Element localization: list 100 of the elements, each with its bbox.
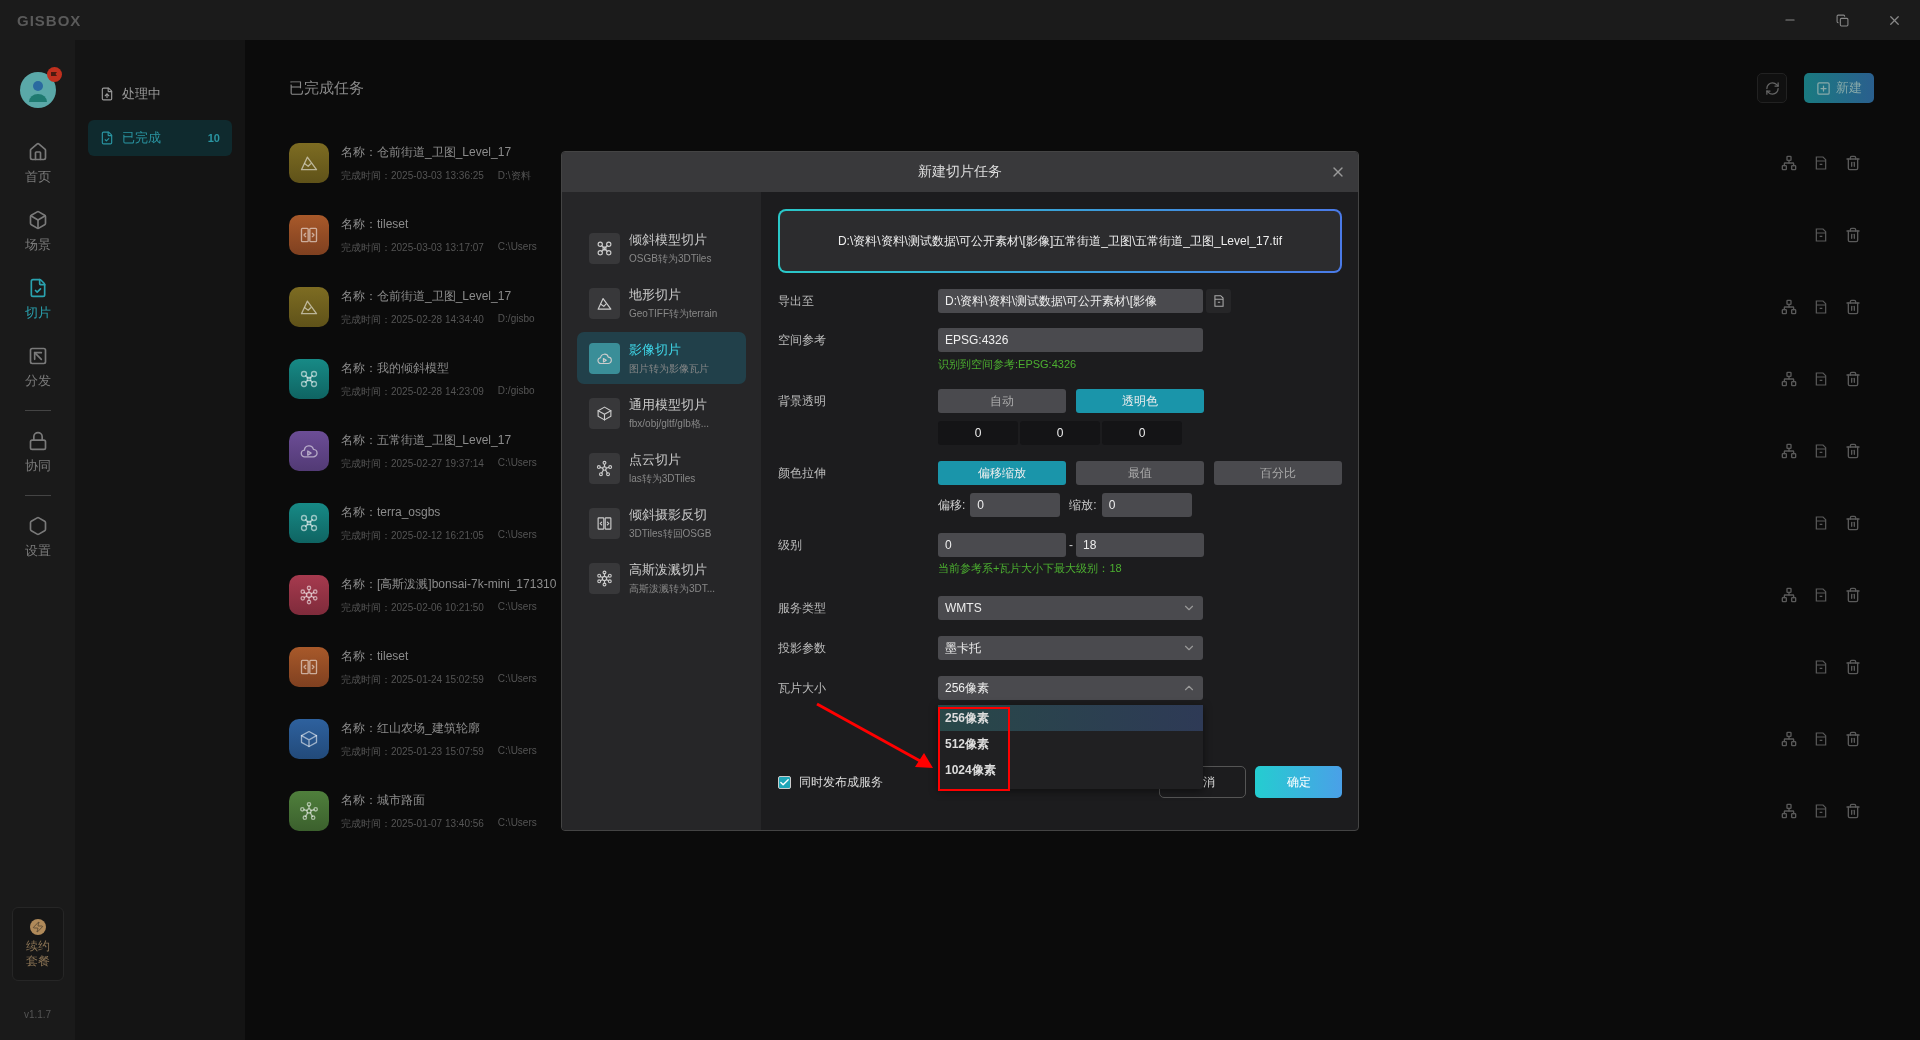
field-label: 瓦片大小 (778, 680, 827, 697)
nav-item[interactable]: 协同 (7, 419, 68, 487)
task-time: 完成时间：2025-01-23 15:07:59 (341, 744, 484, 759)
color-value-field[interactable]: 0 (1020, 421, 1100, 445)
publish-button[interactable] (1780, 802, 1798, 820)
checkbox-label: 同时发布成服务 (799, 773, 883, 791)
dropdown[interactable]: 256像素 (938, 676, 1203, 700)
document-icon (1813, 371, 1829, 387)
type-subtitle: 高斯泼溅转为3DT... (629, 581, 716, 596)
filter-item[interactable]: 已完成 10 (88, 120, 232, 156)
nav-item[interactable]: 切片 (7, 266, 68, 334)
range-separator: - (1069, 538, 1073, 552)
type-item[interactable]: 通用模型切片 fbx/obj/gltf/glb格... (577, 387, 746, 439)
color-value-field[interactable]: 0 (938, 421, 1018, 445)
task-time: 完成时间：2025-02-28 14:23:09 (341, 384, 484, 399)
menu-option[interactable]: 1024像素 (938, 757, 1203, 783)
task-name: 名称：terra_osgbs (341, 503, 442, 521)
menu-option[interactable]: 512像素 (938, 731, 1203, 757)
document-icon (1813, 587, 1829, 603)
task-path: C:\Users (497, 528, 537, 542)
publish-button[interactable] (1780, 154, 1798, 172)
drone-icon (596, 239, 613, 257)
field-label: 空间参考 (778, 332, 827, 349)
renew-plan-button[interactable]: 续约套餐 (11, 907, 64, 981)
checkbox[interactable] (778, 775, 791, 789)
max-level-field[interactable]: 18 (1076, 533, 1204, 557)
plan-label: 续约套餐 (24, 939, 51, 969)
nav-item[interactable]: 首页 (7, 130, 68, 198)
offset-field[interactable]: 0 (970, 493, 1061, 517)
delete-button[interactable] (1844, 514, 1862, 532)
arrow-square-icon (27, 346, 48, 366)
delete-button[interactable] (1844, 730, 1862, 748)
delete-button[interactable] (1844, 298, 1862, 316)
task-time: 完成时间：2025-02-06 10:21:50 (341, 600, 484, 615)
type-item[interactable]: 点云切片 las转为3DTiles (577, 442, 746, 494)
delete-button[interactable] (1844, 586, 1862, 604)
delete-button[interactable] (1844, 226, 1862, 244)
publish-button[interactable] (1780, 586, 1798, 604)
nav-item[interactable]: 分发 (7, 334, 68, 402)
type-item[interactable]: 倾斜摄影反切 3DTiles转回OSGB (577, 497, 746, 549)
scale-field[interactable]: 0 (1101, 493, 1192, 517)
field-label: 背景透明 (778, 393, 827, 410)
type-item[interactable]: 倾斜模型切片 OSGB转为3DTiles (577, 222, 746, 274)
nav-item[interactable]: 场景 (7, 198, 68, 266)
task-time: 完成时间：2025-02-28 14:34:40 (341, 312, 484, 327)
delete-button[interactable] (1844, 442, 1862, 460)
crs-field[interactable]: EPSG:4326 (938, 328, 1203, 352)
point-cloud-icon (299, 801, 319, 821)
type-subtitle: las转为3DTiles (629, 471, 696, 486)
background-option[interactable]: 自动 (938, 389, 1066, 413)
type-item[interactable]: 影像切片 图片转为影像瓦片 (577, 332, 746, 384)
stretch-option[interactable]: 百分比 (1214, 461, 1342, 485)
task-time: 完成时间：2025-02-27 19:37:14 (341, 456, 484, 471)
nav-item[interactable]: 设置 (7, 504, 68, 572)
source-file-box[interactable]: D:\资料\资料\测试数据\可公开素材\[影像]五常街道_卫图\五常街道_卫图_Level_17.tif (778, 209, 1342, 273)
export-field[interactable]: D:\资料\资料\测试数据\可公开素材\[影像 (938, 289, 1203, 313)
menu-option[interactable]: 256像素 (938, 705, 1203, 731)
publish-button[interactable] (1780, 730, 1798, 748)
delete-button[interactable] (1844, 802, 1862, 820)
task-time: 完成时间：2025-01-24 15:02:59 (341, 672, 484, 687)
task-path: D:/gisbo (497, 384, 535, 398)
task-path: D:\资料 (497, 168, 531, 183)
type-title: 影像切片 (629, 340, 682, 359)
scale-label: 缩放: (1069, 496, 1097, 514)
publish-button[interactable] (1780, 442, 1798, 460)
document-icon (1813, 803, 1829, 819)
lock-icon (27, 431, 48, 451)
home-icon (27, 142, 48, 162)
offset-label: 偏移: (938, 496, 966, 514)
task-time: 完成时间：2025-03-03 13:36:25 (341, 168, 484, 183)
plus-square-icon (1816, 80, 1831, 96)
min-level-field[interactable]: 0 (938, 533, 1066, 557)
app-logo: GISBOX (17, 11, 82, 29)
box-icon (596, 404, 613, 422)
drone-icon (299, 513, 319, 533)
task-path: C:\Users (497, 672, 537, 686)
task-time: 完成时间：2025-01-07 13:40:56 (341, 816, 484, 831)
settings-icon (27, 516, 48, 536)
type-item[interactable]: 地形切片 GeoTIFF转为terrain (577, 277, 746, 329)
filter-item[interactable]: 处理中 (88, 76, 232, 112)
stretch-option[interactable]: 最值 (1076, 461, 1204, 485)
avatar[interactable] (19, 72, 56, 108)
color-value-field[interactable]: 0 (1102, 421, 1182, 445)
type-subtitle: fbx/obj/gltf/glb格... (629, 416, 710, 431)
dropdown[interactable]: 墨卡托 (938, 636, 1203, 660)
publish-button[interactable] (1780, 370, 1798, 388)
task-name: 名称：仓前街道_卫图_Level_17 (341, 143, 513, 161)
browse-button[interactable] (1206, 289, 1231, 313)
delete-button[interactable] (1844, 658, 1862, 676)
type-item[interactable]: 高斯泼溅切片 高斯泼溅转为3DT... (577, 552, 746, 604)
delete-button[interactable] (1844, 154, 1862, 172)
document-icon (1813, 443, 1829, 459)
delete-button[interactable] (1844, 370, 1862, 388)
dropdown[interactable]: WMTS (938, 596, 1203, 620)
type-title: 地形切片 (629, 285, 682, 304)
task-path: D:/gisbo (497, 312, 535, 326)
field-label: 投影参数 (778, 640, 827, 657)
refresh-button[interactable] (1757, 73, 1787, 103)
publish-button[interactable] (1780, 298, 1798, 316)
source-file-path: D:\资料\资料\测试数据\可公开素材\[影像]五常街道_卫图\五常街道_卫图_Level_17.tif (837, 232, 1283, 250)
